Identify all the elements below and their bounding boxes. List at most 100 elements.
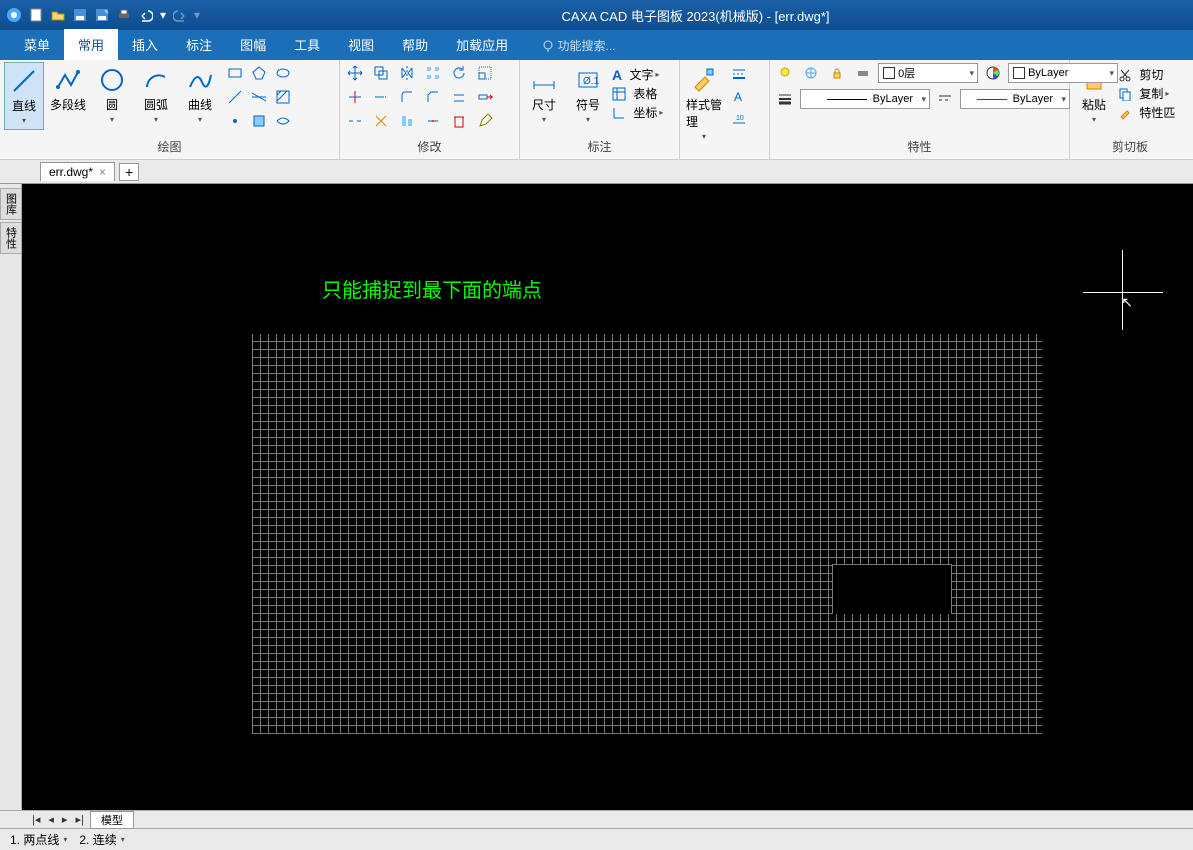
edit-icon[interactable] (474, 110, 496, 132)
scale-icon[interactable] (474, 62, 496, 84)
line-button[interactable]: 直线▾ (4, 62, 44, 130)
redo-dropdown-icon[interactable]: ▾ (192, 5, 202, 25)
saveas-icon[interactable] (92, 5, 112, 25)
text-button[interactable]: A 文字 ▸ (612, 66, 663, 83)
hatch-icon[interactable] (272, 86, 294, 108)
copy-button[interactable]: 复制 ▸ (1118, 85, 1175, 102)
model-tab[interactable]: 模型 (90, 811, 134, 829)
undo-icon[interactable] (136, 5, 156, 25)
tab-addins[interactable]: 加载应用 (442, 29, 522, 60)
undo-dropdown-icon[interactable]: ▾ (158, 5, 168, 25)
polyline-icon (54, 66, 82, 94)
color-combo[interactable]: ByLayer (1008, 63, 1118, 83)
open-icon[interactable] (48, 5, 68, 25)
doc-tab[interactable]: err.dwg* × (40, 162, 115, 181)
arc-icon (142, 66, 170, 94)
dim-style-icon[interactable]: 10 (728, 110, 750, 132)
status-mode-2[interactable]: 2. 连续 ▾ (79, 831, 124, 848)
mirror-icon[interactable] (396, 62, 418, 84)
xline-icon[interactable] (248, 86, 270, 108)
rect-icon[interactable] (224, 62, 246, 84)
panel-style: 样式管理▾ A 10 (680, 60, 770, 159)
array-icon[interactable] (422, 62, 444, 84)
polyline-button[interactable]: 多段线 (48, 62, 88, 117)
layer-combo[interactable]: 0层 (878, 63, 978, 83)
text-style-icon[interactable]: A (728, 86, 750, 108)
ellipse-icon[interactable] (272, 62, 294, 84)
symbol-button[interactable]: Ø.1 符号▾ (568, 62, 608, 128)
tab-insert[interactable]: 插入 (118, 29, 172, 60)
redo-icon[interactable] (170, 5, 190, 25)
join-icon[interactable] (422, 110, 444, 132)
linetype-combo[interactable]: ByLayer (960, 89, 1070, 109)
ribbon: 直线▾ 多段线 圆▾ 圆弧▾ 曲线▾ (0, 60, 1193, 160)
stretch-icon[interactable] (474, 86, 496, 108)
match-button[interactable]: 特性匹 (1118, 104, 1175, 121)
layer-freeze-icon[interactable] (800, 62, 822, 84)
polygon-icon[interactable] (248, 62, 270, 84)
tab-help[interactable]: 帮助 (388, 29, 442, 60)
nav-last-icon[interactable]: ▸| (73, 813, 85, 826)
spline-button[interactable]: 曲线▾ (180, 62, 220, 128)
search-hint[interactable]: 功能搜索... (522, 37, 625, 60)
extend-icon[interactable] (370, 86, 392, 108)
new-icon[interactable] (26, 5, 46, 25)
doc-tab-label: err.dwg* (49, 165, 93, 179)
tab-frame[interactable]: 图幅 (226, 29, 280, 60)
menu-file[interactable]: 菜单 (10, 29, 64, 60)
color-wheel-icon[interactable] (982, 62, 1004, 84)
layer-lock-icon[interactable] (826, 62, 848, 84)
rotate-icon[interactable] (448, 62, 470, 84)
style-manager-button[interactable]: 样式管理▾ (684, 62, 724, 145)
tab-view[interactable]: 视图 (334, 29, 388, 60)
coord-button[interactable]: 坐标 ▸ (612, 104, 663, 121)
offset-icon[interactable] (448, 86, 470, 108)
move-icon[interactable] (344, 62, 366, 84)
region-icon[interactable] (272, 110, 294, 132)
ray-icon[interactable] (224, 86, 246, 108)
tab-annotate[interactable]: 标注 (172, 29, 226, 60)
point-icon[interactable] (224, 110, 246, 132)
modify-tools (344, 62, 498, 132)
lineweight-icon[interactable] (774, 88, 796, 110)
layer-bulb-icon[interactable] (774, 62, 796, 84)
line-style-icon[interactable] (728, 62, 750, 84)
save-icon[interactable] (70, 5, 90, 25)
dimension-button[interactable]: 尺寸▾ (524, 62, 564, 128)
chamfer-icon[interactable] (422, 86, 444, 108)
lineweight-combo[interactable]: ByLayer (800, 89, 930, 109)
nav-first-icon[interactable]: |◂ (30, 813, 42, 826)
arc-button[interactable]: 圆弧▾ (136, 62, 176, 128)
panel-annotate: 尺寸▾ Ø.1 符号▾ A 文字 ▸ 表格 坐标 ▸ 标注 (520, 60, 680, 159)
print-icon[interactable] (114, 5, 134, 25)
cut-button[interactable]: 剪切 (1118, 66, 1175, 83)
tab-tools[interactable]: 工具 (280, 29, 334, 60)
nav-prev-icon[interactable]: ◂ (46, 813, 56, 826)
explode-icon[interactable] (370, 110, 392, 132)
block-icon[interactable] (248, 110, 270, 132)
align-icon[interactable] (396, 110, 418, 132)
circle-icon (98, 66, 126, 94)
bulb-icon (542, 40, 554, 52)
canvas-note-text: 只能捕捉到最下面的端点 (322, 274, 542, 303)
circle-button[interactable]: 圆▾ (92, 62, 132, 128)
app-icon[interactable] (4, 5, 24, 25)
table-button[interactable]: 表格 (612, 85, 663, 102)
status-mode-1[interactable]: 1. 两点线 ▾ (10, 831, 67, 848)
rail-properties[interactable]: 特性 (0, 222, 22, 254)
break-icon[interactable] (344, 110, 366, 132)
rail-library[interactable]: 图库 (0, 188, 22, 220)
nav-next-icon[interactable]: ▸ (60, 813, 70, 826)
scissors-icon (1118, 68, 1132, 82)
erase-icon[interactable] (448, 110, 470, 132)
tab-common[interactable]: 常用 (64, 29, 118, 60)
layer-print-icon[interactable] (852, 62, 874, 84)
trim-icon[interactable] (344, 86, 366, 108)
fillet-icon[interactable] (396, 86, 418, 108)
brush-icon (1118, 106, 1132, 120)
add-tab-button[interactable]: + (119, 163, 139, 181)
close-icon[interactable]: × (99, 165, 106, 179)
linetype-icon[interactable] (934, 88, 956, 110)
copy-icon[interactable] (370, 62, 392, 84)
drawing-canvas[interactable]: 只能捕捉到最下面的端点 ↖ (22, 184, 1193, 810)
